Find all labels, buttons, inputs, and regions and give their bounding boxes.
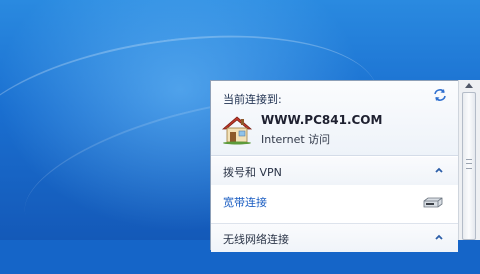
- current-connection-section: 当前连接到: WWW.PC841.COM Internet 访问: [211, 81, 458, 156]
- network-flyout-panel: 当前连接到: WWW.PC841.COM Internet 访问 拨号和 VPN…: [210, 80, 458, 252]
- network-name: WWW.PC841.COM: [261, 113, 383, 127]
- modem-icon: [423, 197, 443, 208]
- chevron-up-icon[interactable]: [434, 232, 444, 242]
- home-network-icon: [221, 116, 253, 145]
- section-header-wireless[interactable]: 无线网络连接: [211, 224, 458, 252]
- current-connection-label: 当前连接到:: [223, 93, 282, 106]
- scroll-grip-icon: [466, 159, 472, 169]
- connection-item-label[interactable]: 宽带连接: [223, 194, 267, 210]
- vertical-scrollbar[interactable]: [458, 80, 480, 240]
- scroll-thumb[interactable]: [462, 92, 476, 240]
- refresh-icon[interactable]: [432, 87, 448, 103]
- section-title: 无线网络连接: [223, 233, 289, 246]
- scroll-up-arrow-icon[interactable]: [465, 83, 473, 88]
- section-title: 拨号和 VPN: [223, 166, 282, 179]
- connection-item-broadband[interactable]: 宽带连接: [211, 187, 458, 215]
- chevron-up-icon[interactable]: [434, 165, 444, 175]
- section-header-dialup-vpn[interactable]: 拨号和 VPN: [211, 157, 458, 185]
- network-status: Internet 访问: [261, 133, 331, 146]
